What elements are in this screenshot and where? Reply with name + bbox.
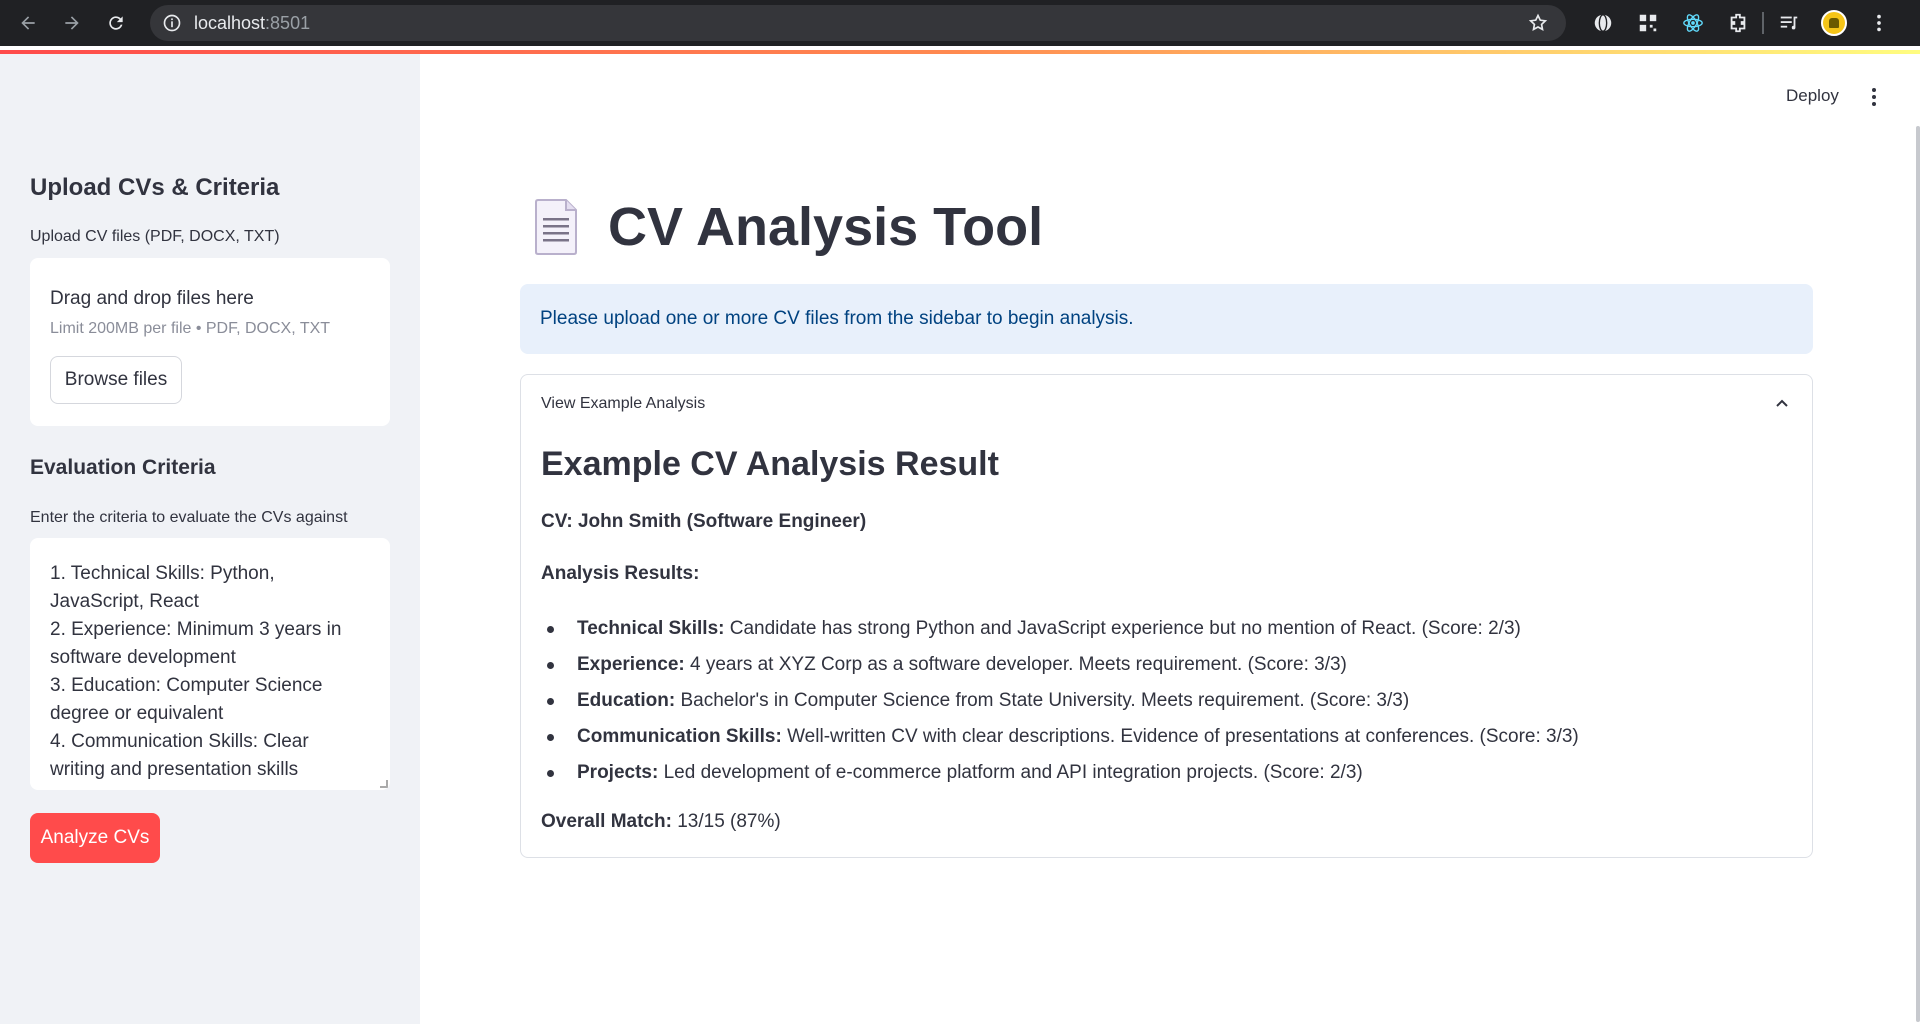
deploy-button[interactable]: Deploy (1786, 86, 1839, 106)
back-icon[interactable] (6, 0, 50, 46)
criteria-line: 1. Technical Skills: Python, (50, 563, 275, 584)
criteria-line: software development (50, 647, 236, 668)
dropzone-title: Drag and drop files here (50, 288, 254, 309)
url-text: localhost:8501 (194, 12, 311, 33)
sidebar: Upload CVs & Criteria Upload CV files (P… (0, 54, 420, 1024)
criteria-label: Enter the criteria to evaluate the CVs a… (30, 509, 348, 526)
document-icon (535, 199, 577, 255)
cv-name: CV: John Smith (Software Engineer) (541, 511, 867, 532)
criteria-heading: Evaluation Criteria (30, 456, 216, 479)
extension-globe-icon[interactable] (1580, 0, 1625, 46)
extension-react-icon[interactable] (1670, 0, 1715, 46)
criteria-line: degree or equivalent (50, 703, 224, 724)
upload-label: Upload CV files (PDF, DOCX, TXT) (30, 228, 280, 245)
page-title: CV Analysis Tool (608, 197, 1044, 257)
example-analysis-expander: View Example Analysis Example CV Analysi… (520, 374, 1813, 858)
overall-match: Overall Match: 13/15 (87%) (541, 811, 781, 832)
file-dropzone[interactable]: Drag and drop files here Limit 200MB per… (30, 258, 390, 426)
analysis-results-label: Analysis Results: (541, 563, 700, 584)
main-menu-icon[interactable] (1864, 86, 1884, 108)
result-title: Example CV Analysis Result (541, 445, 999, 483)
list-item: Experience: 4 years at XYZ Corp as a sof… (541, 647, 1781, 683)
list-item: Technical Skills: Candidate has strong P… (541, 611, 1781, 647)
scrollbar[interactable] (1916, 126, 1920, 1022)
results-list: Technical Skills: Candidate has strong P… (541, 611, 1781, 791)
media-control-icon[interactable] (1766, 0, 1811, 46)
expander-header[interactable]: View Example Analysis (541, 395, 705, 413)
profile-avatar[interactable] (1811, 0, 1856, 46)
forward-icon[interactable] (50, 0, 94, 46)
list-item: Projects: Led development of e-commerce … (541, 755, 1781, 791)
upload-heading: Upload CVs & Criteria (30, 174, 280, 201)
info-alert: Please upload one or more CV files from … (520, 284, 1813, 354)
reload-icon[interactable] (94, 0, 138, 46)
dropzone-limit: Limit 200MB per file • PDF, DOCX, TXT (50, 320, 331, 337)
criteria-line: 2. Experience: Minimum 3 years in (50, 619, 342, 640)
criteria-line: 4. Communication Skills: Clear (50, 731, 309, 752)
extension-qr-icon[interactable] (1625, 0, 1670, 46)
browser-toolbar: localhost:8501 (0, 0, 1920, 46)
browser-menu-icon[interactable] (1856, 0, 1901, 46)
extensions-puzzle-icon[interactable] (1715, 0, 1760, 46)
browse-files-button[interactable]: Browse files (50, 356, 182, 404)
title-row: CV Analysis Tool (534, 196, 1043, 258)
criteria-textarea[interactable]: 1. Technical Skills: Python, JavaScript,… (30, 538, 390, 790)
site-info-icon[interactable] (150, 13, 194, 33)
info-message: Please upload one or more CV files from … (540, 308, 1134, 329)
chevron-up-icon[interactable] (1774, 395, 1790, 411)
address-bar[interactable]: localhost:8501 (150, 5, 1566, 41)
list-item: Education: Bachelor's in Computer Scienc… (541, 683, 1781, 719)
criteria-line: JavaScript, React (50, 591, 199, 612)
list-item: Communication Skills: Well-written CV wi… (541, 719, 1781, 755)
toolbar-separator (1762, 12, 1764, 34)
bookmark-star-icon[interactable] (1528, 13, 1548, 38)
criteria-line: writing and presentation skills (50, 759, 299, 780)
analyze-cvs-button[interactable]: Analyze CVs (30, 813, 160, 863)
criteria-line: 3. Education: Computer Science (50, 675, 323, 696)
resize-handle[interactable] (380, 780, 388, 788)
